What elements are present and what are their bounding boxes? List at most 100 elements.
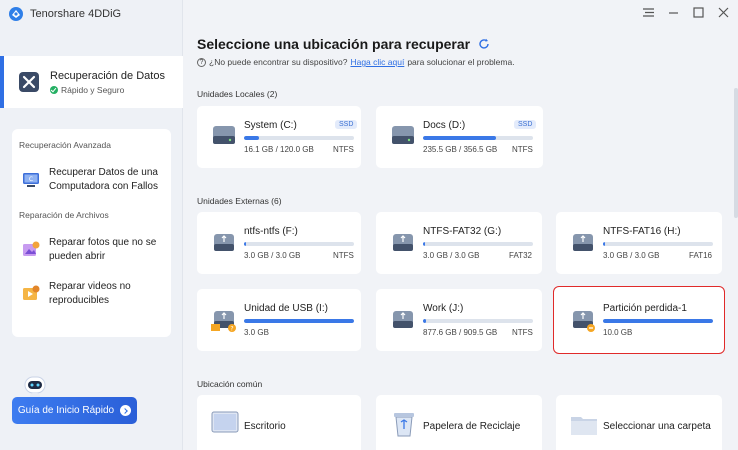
drive-usage: 877.6 GB / 909.5 GB xyxy=(423,328,498,337)
ssd-badge: SSD xyxy=(335,120,358,129)
location-label: Papelera de Reciclaje xyxy=(423,421,521,432)
location-recycle-bin[interactable]: Papelera de Reciclaje xyxy=(376,395,542,450)
location-select-folder[interactable]: Seleccionar una carpeta xyxy=(556,395,722,450)
drive-card-c[interactable]: System (C:) SSD 16.1 GB / 120.0 GB NTFS xyxy=(197,106,361,168)
drive-name: Work (J:) xyxy=(423,303,464,314)
help-link[interactable]: Haga clic aquí xyxy=(350,57,404,67)
drive-name: NTFS-FAT32 (G:) xyxy=(423,226,502,237)
usage-bar-fill xyxy=(244,319,354,323)
app-title: Tenorshare 4DDiG xyxy=(30,8,122,20)
page-title-text: Seleccione una ubicación para recuperar xyxy=(197,36,471,52)
svg-text:?: ? xyxy=(230,326,233,333)
quick-start-guide-button[interactable]: Guía de Inicio Rápido xyxy=(12,397,137,424)
usage-bar xyxy=(423,319,533,323)
usage-bar xyxy=(244,136,354,140)
file-repair-label: Reparación de Archivos xyxy=(19,210,109,220)
usb-drive-icon xyxy=(393,311,413,328)
hint-suffix: para solucionar el problema. xyxy=(407,57,515,67)
drive-usage: 3.0 GB xyxy=(244,328,269,337)
usage-bar-fill xyxy=(423,136,496,140)
usage-bar xyxy=(603,242,713,246)
usb-drive-icon xyxy=(393,234,413,251)
hard-drive-icon xyxy=(213,126,235,144)
drive-card-f[interactable]: ntfs-ntfs (F:) 3.0 GB / 3.0 GB NTFS xyxy=(197,212,361,274)
usb-drive-icon xyxy=(573,234,593,251)
drive-card-lost-partition[interactable]: Partición perdida-1 10.0 GB xyxy=(553,286,725,354)
maximize-icon[interactable] xyxy=(692,6,705,19)
filesystem-label: FAT32 xyxy=(509,251,532,260)
nav-data-recovery[interactable]: Recuperación de Datos Rápido y Seguro xyxy=(0,56,183,108)
drive-name: ntfs-ntfs (F:) xyxy=(244,226,298,237)
refresh-icon[interactable] xyxy=(478,38,490,50)
usage-bar xyxy=(423,242,533,246)
usage-bar-fill xyxy=(244,242,247,246)
app-logo-icon xyxy=(9,7,23,21)
photo-repair-icon xyxy=(23,241,40,256)
usb-drive-icon xyxy=(214,234,234,251)
usb-drive-warning-icon: ? xyxy=(211,311,236,333)
menu-icon[interactable] xyxy=(642,6,655,19)
drive-usage: 3.0 GB / 3.0 GB xyxy=(603,251,660,260)
usage-bar-fill xyxy=(244,136,259,140)
advanced-recovery-label: Recuperación Avanzada xyxy=(19,140,111,150)
drive-card-i[interactable]: ? Unidad de USB (I:) 3.0 GB xyxy=(197,289,361,351)
location-desktop[interactable]: Escritorio xyxy=(197,395,361,450)
usage-bar xyxy=(244,319,354,323)
tools-icon xyxy=(19,72,39,92)
usage-bar-fill xyxy=(603,242,606,246)
drive-usage: 16.1 GB / 120.0 GB xyxy=(244,145,314,154)
local-drives-heading: Unidades Locales (2) xyxy=(197,89,278,99)
desktop-icon xyxy=(211,411,239,433)
filesystem-label: NTFS xyxy=(333,251,354,260)
close-icon[interactable] xyxy=(717,6,730,19)
usage-bar xyxy=(423,136,533,140)
drive-name: Partición perdida-1 xyxy=(603,303,687,314)
scrollbar[interactable] xyxy=(734,88,738,218)
usage-bar-fill xyxy=(603,319,713,323)
arrow-right-icon xyxy=(120,405,132,416)
filesystem-label: NTFS xyxy=(512,145,533,154)
drive-card-j[interactable]: Work (J:) 877.6 GB / 909.5 GB NTFS xyxy=(376,289,542,351)
question-icon: ? xyxy=(197,57,206,67)
sidebar-item-repair-videos[interactable]: Reparar videos no reproducibles xyxy=(21,280,131,308)
drive-card-g[interactable]: NTFS-FAT32 (G:) 3.0 GB / 3.0 GB FAT32 xyxy=(376,212,542,274)
repair-photos-line1: Reparar fotos que no se xyxy=(49,237,157,248)
nav-data-recovery-sub: Rápido y Seguro xyxy=(61,84,125,95)
drive-usage: 3.0 GB / 3.0 GB xyxy=(423,251,480,260)
usage-bar-fill xyxy=(423,319,427,323)
filesystem-label: NTFS xyxy=(512,328,533,337)
page-title: Seleccione una ubicación para recuperar xyxy=(197,36,490,52)
ssd-badge: SSD xyxy=(514,120,537,129)
drive-usage: 235.5 GB / 356.5 GB xyxy=(423,145,498,154)
drive-card-d[interactable]: Docs (D:) SSD 235.5 GB / 356.5 GB NTFS xyxy=(376,106,543,168)
hint-prefix: ¿No puede encontrar su dispositivo? xyxy=(209,57,348,67)
usage-bar xyxy=(603,319,713,323)
sidebar: Tenorshare 4DDiG Recuperación de Datos R… xyxy=(0,0,183,450)
drive-name: NTFS-FAT16 (H:) xyxy=(603,226,681,237)
recycle-bin-icon xyxy=(394,413,414,437)
minimize-icon[interactable] xyxy=(667,6,680,19)
main-content: Seleccione una ubicación para recuperar … xyxy=(184,0,738,450)
location-label: Escritorio xyxy=(244,421,286,432)
drive-usage: 3.0 GB / 3.0 GB xyxy=(244,251,301,260)
crashed-computer-line2: Computadora con Fallos xyxy=(49,181,158,192)
help-hint: ? ¿No puede encontrar su dispositivo? Ha… xyxy=(197,57,515,67)
filesystem-label: FAT16 xyxy=(689,251,712,260)
drive-name: Docs (D:) xyxy=(423,120,466,131)
sidebar-item-crashed-computer[interactable]: C Recuperar Datos de una Computadora con … xyxy=(21,166,158,194)
drive-name: System (C:) xyxy=(244,120,297,131)
sidebar-item-repair-photos[interactable]: Reparar fotos que no se pueden abrir xyxy=(21,236,156,264)
usage-bar xyxy=(244,242,354,246)
filesystem-label: NTFS xyxy=(333,145,354,154)
folder-icon xyxy=(571,417,597,435)
lost-partition-icon xyxy=(573,311,595,332)
drive-name: Unidad de USB (I:) xyxy=(244,303,328,314)
drive-card-h[interactable]: NTFS-FAT16 (H:) 3.0 GB / 3.0 GB FAT16 xyxy=(556,212,722,274)
external-drives-heading: Unidades Externas (6) xyxy=(197,196,282,206)
repair-videos-line2: reproducibles xyxy=(49,295,110,306)
nav-data-recovery-label: Recuperación de Datos xyxy=(50,69,165,82)
app-brand: Tenorshare 4DDiG xyxy=(8,6,121,22)
repair-photos-line2: pueden abrir xyxy=(49,251,106,262)
drive-usage: 10.0 GB xyxy=(603,328,633,337)
svg-text:C: C xyxy=(29,176,33,183)
